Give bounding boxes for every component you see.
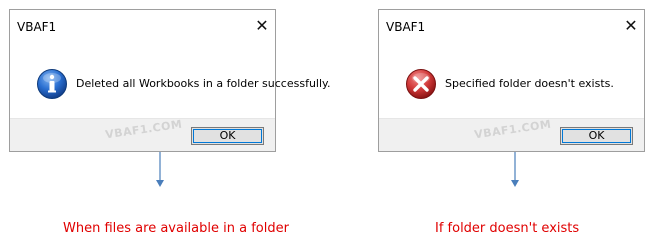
info-icon <box>36 68 68 100</box>
ok-button[interactable]: OK <box>191 127 264 145</box>
error-icon <box>405 68 437 100</box>
dialog-body: Deleted all Workbooks in a folder succes… <box>10 40 330 121</box>
caption-success: When files are available in a folder <box>63 221 289 236</box>
dialog-title: VBAF1 <box>17 20 57 34</box>
dialog-message: Specified folder doesn't exists. <box>445 77 614 90</box>
dialog-message: Deleted all Workbooks in a folder succes… <box>76 77 331 90</box>
title-bar: VBAF1 ✕ <box>10 10 275 40</box>
dialog-body: Specified folder doesn't exists. <box>379 40 644 121</box>
ok-button[interactable]: OK <box>560 127 633 145</box>
message-box-success: VBAF1 ✕ Deleted all Workbooks in a folde… <box>9 9 330 152</box>
watermark: VBAF1.COM <box>473 117 553 142</box>
down-arrow-icon <box>155 152 165 188</box>
dialog-footer: VBAF1.COM OK <box>379 118 644 151</box>
message-box-error: VBAF1 ✕ Specified folder doesn't exists.… <box>378 9 645 152</box>
close-button[interactable]: ✕ <box>620 16 642 36</box>
caption-error: If folder doesn't exists <box>435 221 580 236</box>
title-bar: VBAF1 ✕ <box>379 10 644 40</box>
down-arrow-icon <box>510 152 520 188</box>
close-button[interactable]: ✕ <box>251 16 273 36</box>
dialog-title: VBAF1 <box>386 20 426 34</box>
watermark: VBAF1.COM <box>104 117 184 142</box>
dialog-footer: VBAF1.COM OK <box>10 118 275 151</box>
